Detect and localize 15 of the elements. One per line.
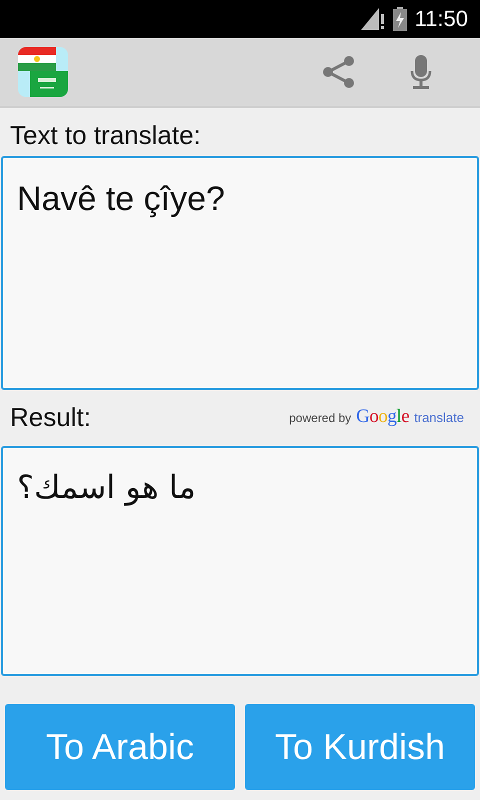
result-label: Result:: [10, 402, 91, 432]
signal-icon: [360, 8, 385, 30]
result-text: ما هو اسمك؟: [17, 468, 196, 506]
translate-button[interactable]: To Arabic: [5, 704, 235, 790]
share-icon: [322, 55, 356, 89]
attribution-text: powered by: [289, 411, 352, 425]
status-time: 11:50: [414, 6, 468, 32]
source-input-field[interactable]: Navê te çîye?: [1, 156, 479, 390]
brand-logo: Google: [356, 406, 410, 428]
microphone-icon: [410, 55, 432, 89]
app-logo-icon: [18, 47, 68, 97]
battery-icon: [392, 7, 407, 31]
translate-button[interactable]: To Kurdish: [245, 704, 475, 790]
attribution-suffix: translate: [414, 410, 464, 425]
source-label: Text to translate:: [10, 120, 201, 150]
